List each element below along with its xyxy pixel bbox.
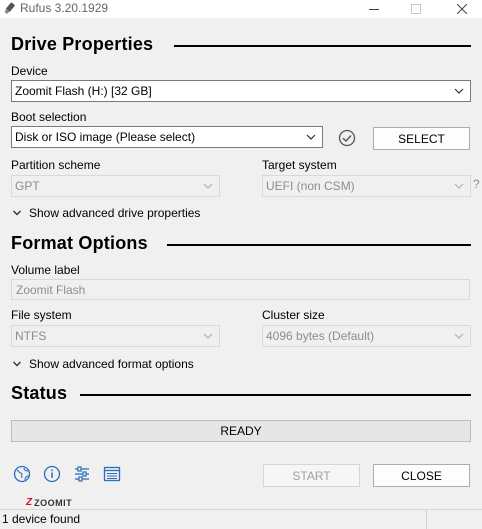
- status-heading: Status: [11, 383, 68, 403]
- target-system-dropdown: UEFI (non CSM): [262, 175, 471, 197]
- minimize-button[interactable]: [358, 0, 390, 18]
- cluster-size-label: Cluster size: [262, 308, 325, 322]
- advanced-drive-properties-label: Show advanced drive properties: [29, 206, 201, 220]
- section-divider: [80, 394, 471, 396]
- globe-icon[interactable]: [12, 464, 32, 484]
- target-system-label: Target system: [262, 158, 337, 172]
- device-label: Device: [11, 64, 48, 78]
- boot-selection-value: Disk or ISO image (Please select): [15, 130, 196, 144]
- volume-label-value: Zoomit Flash: [16, 282, 86, 297]
- device-dropdown[interactable]: Zoomit Flash (H:) [32 GB]: [11, 80, 471, 102]
- cluster-size-value: 4096 bytes (Default): [266, 329, 375, 343]
- boot-selection-dropdown[interactable]: Disk or ISO image (Please select): [11, 126, 323, 148]
- chevron-down-icon: [454, 333, 464, 339]
- maximize-button: [400, 0, 432, 18]
- usb-drive-icon: [2, 1, 16, 15]
- chevron-down-icon: [203, 333, 213, 339]
- volume-label-label: Volume label: [11, 263, 80, 277]
- cluster-size-dropdown: 4096 bytes (Default): [262, 325, 471, 347]
- boot-selection-label: Boot selection: [11, 110, 87, 124]
- advanced-format-options-toggle[interactable]: Show advanced format options: [12, 357, 194, 371]
- drive-properties-heading: Drive Properties: [11, 34, 154, 54]
- zoomit-watermark: Z ZOOMIT: [26, 497, 72, 508]
- chevron-down-icon: [13, 210, 21, 216]
- sliders-icon[interactable]: [72, 464, 92, 484]
- progress-text: READY: [220, 424, 262, 438]
- file-system-dropdown: NTFS: [11, 325, 220, 347]
- partition-scheme-dropdown: GPT: [11, 175, 220, 197]
- info-icon[interactable]: [42, 464, 62, 484]
- file-system-value: NTFS: [15, 329, 47, 343]
- window-title: Rufus 3.20.1929: [20, 1, 109, 15]
- partition-scheme-value: GPT: [15, 179, 40, 193]
- advanced-drive-properties-toggle[interactable]: Show advanced drive properties: [12, 206, 200, 220]
- volume-label-field: Zoomit Flash: [11, 279, 470, 300]
- device-value: Zoomit Flash (H:) [32 GB]: [15, 84, 152, 98]
- chevron-down-icon: [203, 183, 213, 189]
- status-progress-bar: READY: [11, 420, 471, 442]
- target-system-value: UEFI (non CSM): [266, 179, 355, 193]
- chevron-down-icon: [454, 183, 464, 189]
- section-divider: [174, 45, 471, 47]
- zoomit-logo-icon: Z: [26, 497, 33, 508]
- section-divider: [167, 244, 471, 246]
- file-system-label: File system: [11, 308, 72, 322]
- watermark-text: ZOOMIT: [34, 497, 73, 508]
- start-button[interactable]: START: [263, 464, 360, 487]
- select-button[interactable]: SELECT: [373, 127, 470, 150]
- status-bar-divider: [426, 510, 427, 529]
- status-bar-text: 1 device found: [2, 512, 81, 526]
- advanced-format-options-label: Show advanced format options: [29, 357, 194, 371]
- partition-scheme-label: Partition scheme: [11, 158, 101, 172]
- close-window-button[interactable]: [446, 0, 478, 18]
- target-system-help-mark: ?: [473, 177, 480, 191]
- chevron-down-icon: [13, 361, 21, 367]
- chevron-down-icon: [454, 88, 464, 94]
- format-options-heading: Format Options: [11, 233, 148, 253]
- log-icon[interactable]: [102, 464, 122, 484]
- chevron-down-icon: [306, 134, 316, 140]
- check-circle-icon[interactable]: [337, 128, 357, 148]
- close-button[interactable]: CLOSE: [373, 464, 470, 487]
